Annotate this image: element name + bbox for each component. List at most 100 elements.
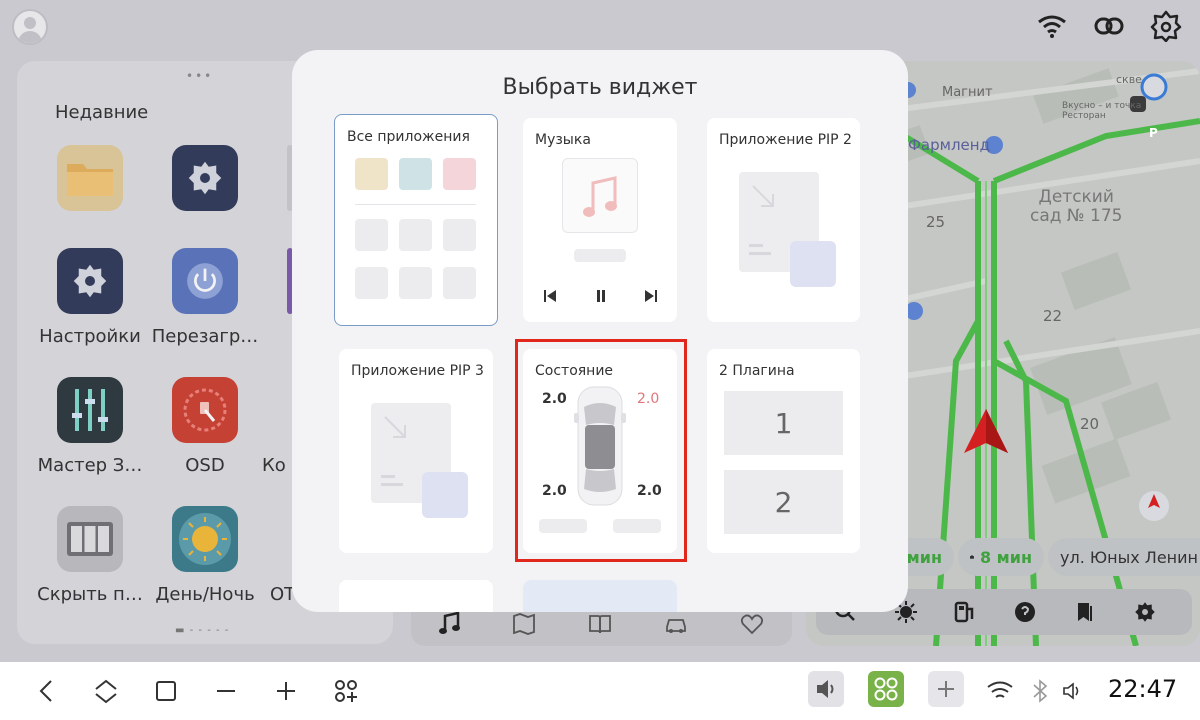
- app-hide-panel[interactable]: Скрыть п…: [30, 506, 150, 605]
- briefcase-icon: [970, 555, 974, 559]
- widget-title: 2 Плагина: [719, 363, 795, 379]
- bookmarks-icon[interactable]: [1073, 600, 1097, 624]
- add-widget-icon[interactable]: [331, 676, 361, 706]
- pause-icon[interactable]: [594, 289, 608, 303]
- speaker-button[interactable]: [808, 671, 844, 707]
- clock: 22:47: [1108, 675, 1178, 703]
- power-icon: [172, 248, 238, 314]
- pip-mini-placeholder: [790, 241, 836, 287]
- speaker-icon: [817, 680, 834, 698]
- screen: ••• Недавние Настройки Перезагр… Мастер …: [0, 0, 1200, 720]
- panel-drag-handle[interactable]: •••: [186, 69, 213, 83]
- sun-icon: [172, 506, 238, 572]
- bluetooth-icon[interactable]: [1025, 676, 1055, 706]
- widget-card-music[interactable]: Музыка: [523, 118, 677, 322]
- app-folder[interactable]: [30, 145, 150, 211]
- widget-card-all-apps[interactable]: Все приложения: [334, 114, 498, 326]
- folder-icon: [57, 145, 123, 211]
- map-label-20: 20: [1080, 415, 1100, 433]
- widget-card-pip3[interactable]: Приложение PIP 3: [339, 349, 493, 553]
- home-icon[interactable]: [91, 676, 121, 706]
- back-icon[interactable]: [32, 676, 62, 706]
- widget-title: Приложение PIP 2: [719, 132, 852, 148]
- widgets-button[interactable]: [868, 671, 904, 707]
- widget-title: Все приложения: [347, 129, 470, 145]
- user-avatar[interactable]: [12, 9, 48, 45]
- widget-card-partial[interactable]: [339, 580, 493, 612]
- volume-down-icon[interactable]: [211, 676, 241, 706]
- equalizer-icon: [57, 377, 123, 443]
- link-icon[interactable]: [1093, 10, 1125, 42]
- app-placeholder: [355, 219, 388, 251]
- map-label-vkusno: Вкусно – и точка: [1062, 101, 1142, 111]
- street-name-pill[interactable]: ул. Юных Ленин: [1048, 538, 1200, 576]
- map-label-25: 25: [926, 213, 946, 231]
- plugin-slot-2: 2: [724, 470, 843, 534]
- gas-station-icon[interactable]: [953, 600, 977, 624]
- book-icon[interactable]: [586, 610, 614, 638]
- app-settings[interactable]: Настройки: [30, 248, 150, 347]
- app-partial[interactable]: Ко: [262, 377, 292, 476]
- columns-icon: [57, 506, 123, 572]
- app-reboot[interactable]: Перезагр…: [145, 248, 265, 347]
- gauge-icon: [172, 377, 238, 443]
- divider: [355, 204, 476, 205]
- pip-mini-placeholder: [422, 472, 468, 518]
- app-osd[interactable]: OSD: [145, 377, 265, 476]
- app-placeholder: [399, 267, 432, 299]
- app-label: Мастер З…: [37, 455, 143, 476]
- app-placeholder: [399, 219, 432, 251]
- info-icon[interactable]: [1013, 600, 1037, 624]
- app-settings-recent[interactable]: [145, 145, 265, 211]
- app-label: Перезагр…: [151, 326, 259, 347]
- gear-icon: [172, 145, 238, 211]
- arrow-diagonal-icon: [384, 416, 406, 438]
- settings-gear-icon[interactable]: [1150, 10, 1182, 42]
- map-label-skver: скве: [1116, 73, 1142, 86]
- recents-icon[interactable]: [151, 676, 181, 706]
- modal-title: Выбрать виджет: [502, 75, 698, 100]
- album-art-placeholder: [562, 158, 638, 233]
- map-label-farmlend: Фармленд: [908, 136, 990, 154]
- add-button[interactable]: [928, 671, 964, 707]
- widget-title: Приложение PIP 3: [351, 363, 484, 379]
- music-note-icon: [583, 176, 617, 217]
- app-day-night[interactable]: День/Ночь: [145, 506, 265, 605]
- app-label: OSD: [185, 455, 225, 476]
- app-label: Ко: [262, 455, 286, 476]
- app-placeholder: [399, 158, 432, 190]
- route-time-briefcase: 8 мин: [979, 547, 1032, 567]
- volume-up-icon[interactable]: [271, 676, 301, 706]
- route-alt-pill[interactable]: 8 мин: [958, 538, 1044, 576]
- widget-card-pip2[interactable]: Приложение PIP 2: [707, 118, 860, 322]
- car-icon[interactable]: [662, 610, 690, 638]
- map-label-kindergarten: Детский сад № 175: [1030, 187, 1123, 226]
- next-icon[interactable]: [644, 289, 658, 303]
- map-label-magnit: Магнит: [942, 85, 993, 100]
- previous-icon[interactable]: [543, 289, 557, 303]
- app-placeholder: [355, 267, 388, 299]
- map-label-22: 22: [1043, 307, 1063, 325]
- volume-icon[interactable]: [1058, 676, 1088, 706]
- map-settings-icon[interactable]: [1133, 600, 1157, 624]
- heart-icon[interactable]: [738, 610, 766, 638]
- recent-label: Недавние: [55, 102, 149, 123]
- widget-title: Музыка: [535, 132, 591, 148]
- track-title-placeholder: [574, 249, 626, 262]
- app-placeholder: [443, 219, 476, 251]
- widget-card-plugins[interactable]: 2 Плагина 1 2: [707, 349, 860, 553]
- wifi-status-icon[interactable]: [985, 676, 1015, 706]
- map-label-restaurant: Ресторан: [1062, 111, 1106, 121]
- wifi-icon[interactable]: [1036, 10, 1068, 42]
- plugin-slot-1: 1: [724, 391, 843, 455]
- app-placeholder: [443, 267, 476, 299]
- map-icon[interactable]: [510, 610, 538, 638]
- music-note-icon[interactable]: [436, 610, 464, 638]
- app-partial[interactable]: ОТ: [270, 506, 294, 605]
- plus-icon: [938, 681, 954, 697]
- widget-card-partial[interactable]: [523, 580, 677, 612]
- app-equalizer[interactable]: Мастер З…: [30, 377, 150, 476]
- street-name: ул. Юных Ленин: [1060, 547, 1198, 567]
- parking-icon[interactable]: P: [1149, 126, 1158, 140]
- grid-icon: [874, 677, 898, 701]
